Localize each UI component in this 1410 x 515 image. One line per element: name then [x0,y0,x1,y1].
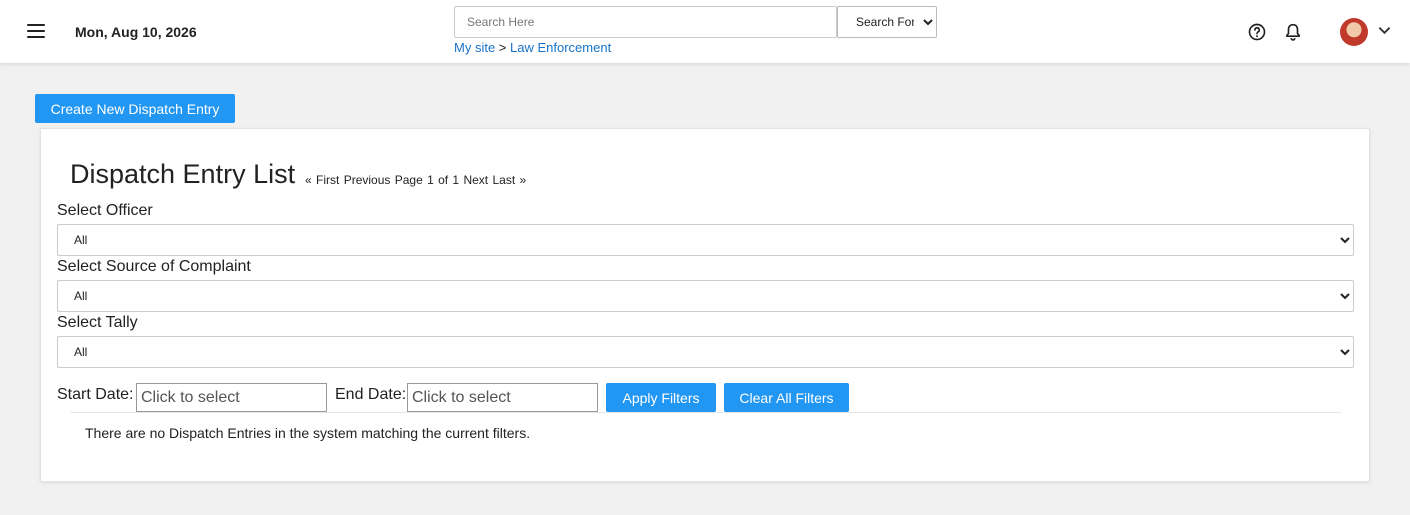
end-date-input[interactable] [407,383,598,412]
avatar[interactable] [1340,18,1368,46]
officer-select[interactable]: All [57,224,1354,256]
help-icon[interactable] [1248,23,1266,41]
pager-last[interactable]: Last » [492,173,526,187]
page-title: Dispatch Entry List [70,159,296,189]
top-bar: Mon, Aug 10, 2026 Search For... My site … [0,0,1410,63]
bell-icon[interactable] [1284,22,1302,42]
start-date-label: Start Date: [57,386,134,403]
breadcrumb-separator: > [498,40,507,55]
pager-page-info: Page 1 of 1 [394,173,460,187]
dispatch-list-card: Dispatch Entry List « First Previous Pag… [40,128,1370,482]
create-dispatch-entry-button[interactable]: Create New Dispatch Entry [35,94,235,123]
pager-previous[interactable]: Previous [344,173,391,187]
breadcrumb: My site > Law Enforcement [454,40,611,55]
current-date: Mon, Aug 10, 2026 [75,24,197,40]
pager-first[interactable]: « First [305,173,339,187]
breadcrumb-my-site[interactable]: My site [454,40,495,55]
breadcrumb-law-enforcement[interactable]: Law Enforcement [510,40,611,55]
start-date-input[interactable] [136,383,327,412]
officer-filter-label: Select Officer [57,202,153,219]
pagination: « First Previous Page 1 of 1 Next Last » [305,173,526,187]
empty-results-message: There are no Dispatch Entries in the sys… [85,425,531,441]
tally-select[interactable]: All [57,336,1354,368]
pager-next[interactable]: Next [463,173,488,187]
search-for-select[interactable]: Search For... [837,6,937,38]
end-date-label: End Date: [335,386,407,403]
clear-filters-button[interactable]: Clear All Filters [724,383,849,412]
menu-icon[interactable] [27,24,45,38]
divider [70,412,1341,413]
tally-filter-label: Select Tally [57,314,138,331]
search-input[interactable] [454,6,837,38]
source-select[interactable]: All [57,280,1354,312]
source-filter-label: Select Source of Complaint [57,258,251,275]
chevron-down-icon[interactable] [1378,26,1391,35]
apply-filters-button[interactable]: Apply Filters [606,383,716,412]
